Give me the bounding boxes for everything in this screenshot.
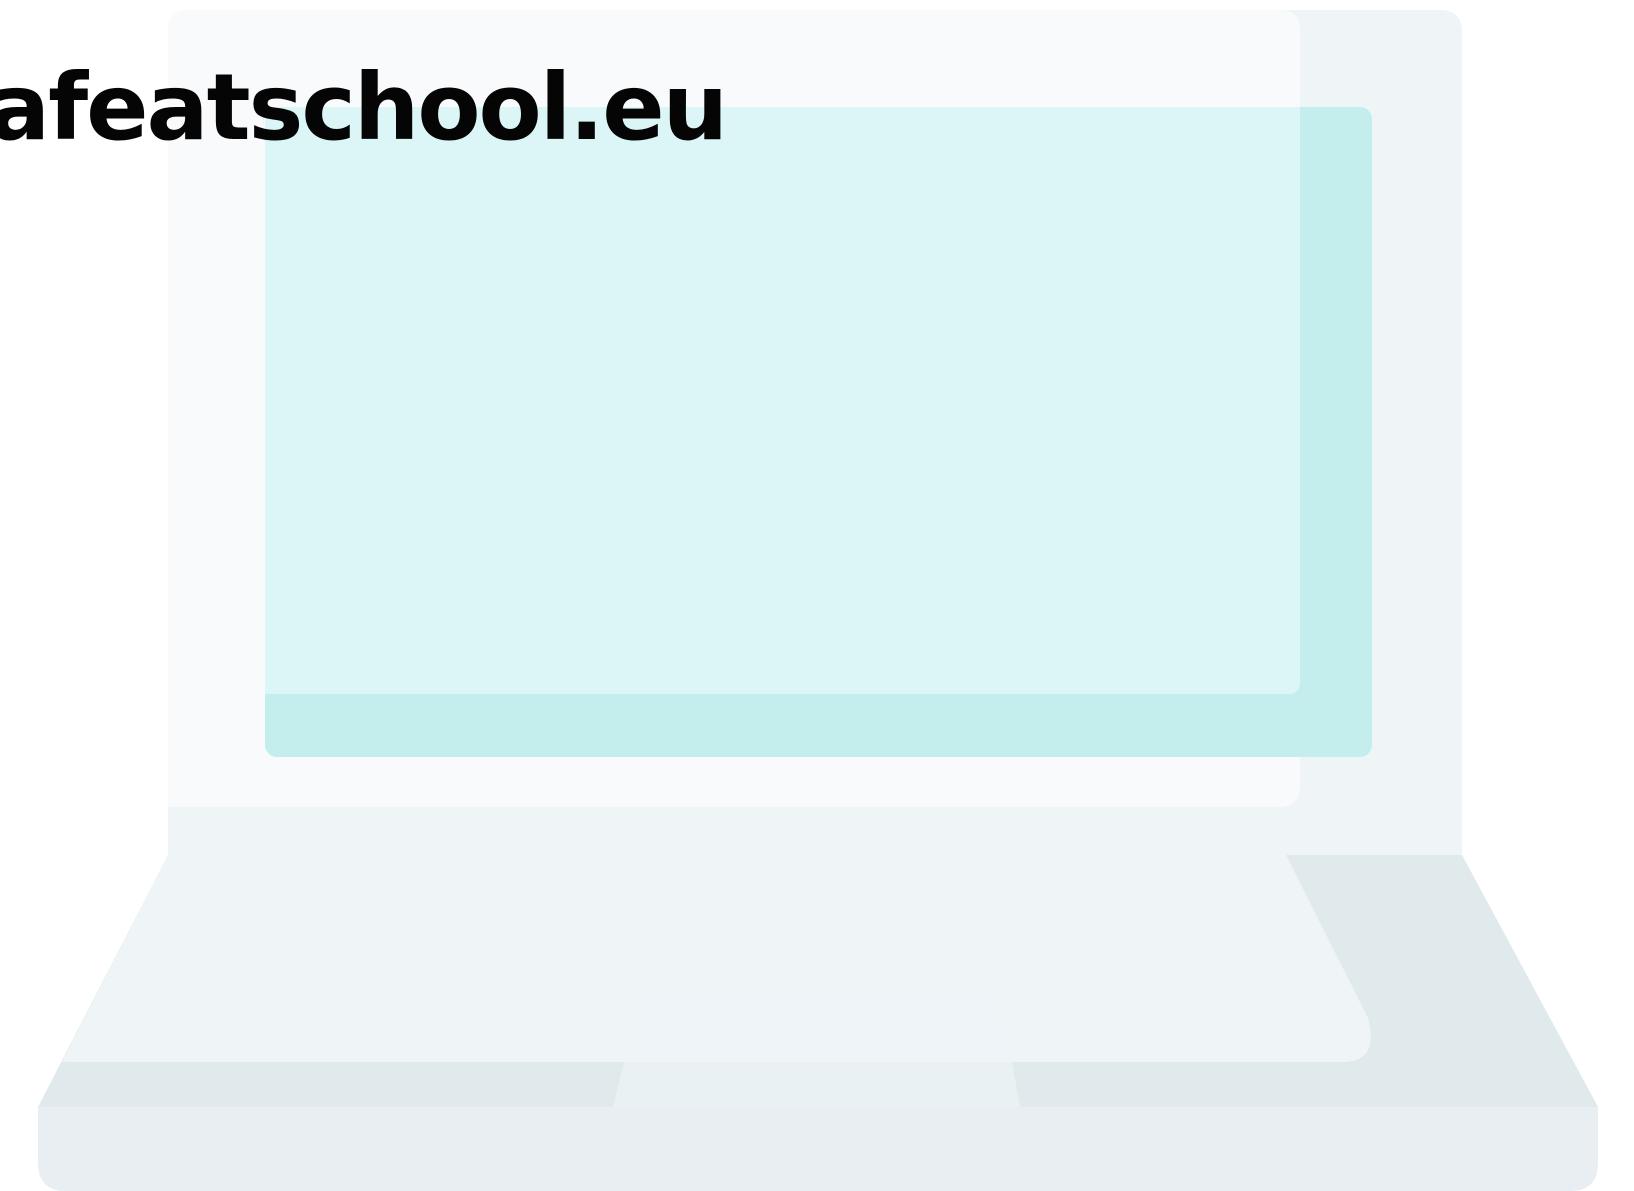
laptop-illustration xyxy=(0,0,1634,1191)
display-front xyxy=(265,107,1300,694)
base-front-edge xyxy=(38,1107,1598,1191)
trackpad xyxy=(613,985,1020,1107)
site-title: afeatschool.eu xyxy=(0,54,728,161)
laptop-icon xyxy=(38,10,1598,1191)
